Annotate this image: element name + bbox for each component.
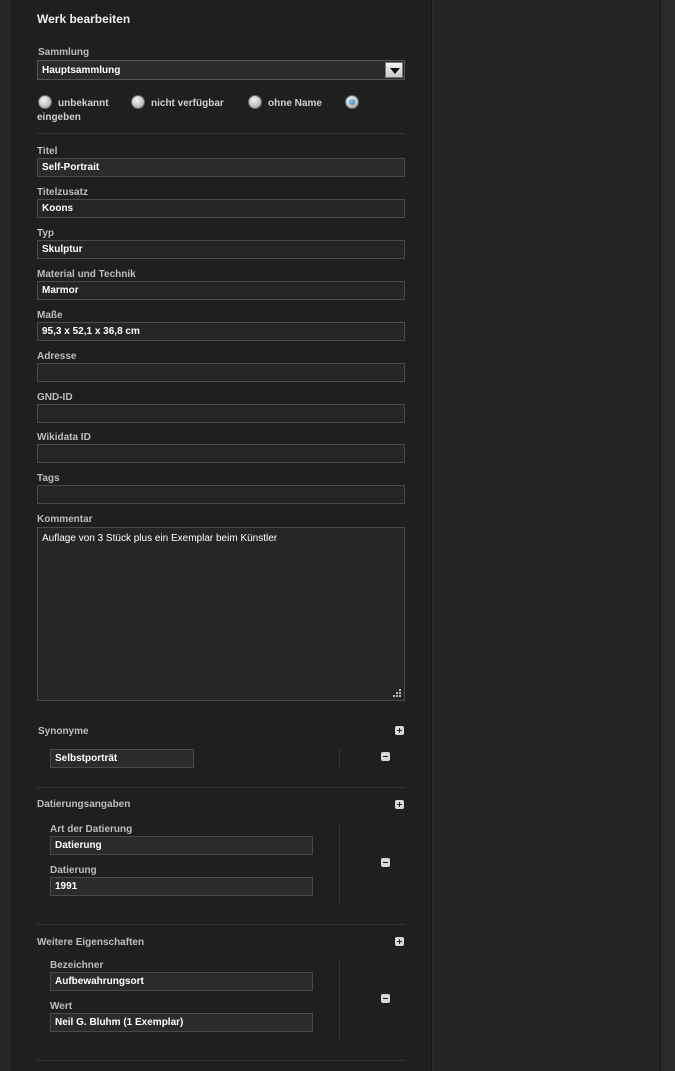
- material-input[interactable]: Marmor: [37, 281, 405, 300]
- remove-eigenschaft-icon[interactable]: [381, 994, 390, 1003]
- tags-label: Tags: [37, 473, 60, 484]
- datierung-field-label: Datierung: [50, 865, 97, 876]
- titel-input[interactable]: Self-Portrait: [37, 158, 405, 177]
- resize-grip-icon[interactable]: [392, 688, 402, 698]
- datierung-label: Datierungsangaben: [37, 799, 131, 810]
- radio-label-unbekannt: unbekannt: [58, 98, 109, 109]
- typ-input[interactable]: Skulptur: [37, 240, 405, 259]
- sammlung-value: Hauptsammlung: [42, 65, 121, 76]
- add-eigenschaft-icon[interactable]: [395, 937, 404, 946]
- radio-nicht-verfuegbar[interactable]: [131, 95, 145, 109]
- divider: [37, 1060, 405, 1061]
- synonym-input[interactable]: Selbstporträt: [50, 749, 194, 768]
- radio-label-ohne-name: ohne Name: [268, 98, 322, 109]
- right-panel: [433, 0, 661, 1071]
- left-gutter: [0, 0, 12, 1071]
- adresse-label: Adresse: [37, 351, 77, 362]
- wert-label: Wert: [50, 1001, 73, 1012]
- vertical-divider: [339, 960, 340, 1040]
- eigenschaften-label: Weitere Eigenschaften: [37, 937, 145, 948]
- wert-input[interactable]: Neil G. Bluhm (1 Exemplar): [50, 1013, 313, 1032]
- kommentar-label: Kommentar: [37, 514, 93, 525]
- add-datierung-icon[interactable]: [395, 800, 404, 809]
- synonyme-label: Synonyme: [38, 726, 89, 737]
- titelzusatz-label: Titelzusatz: [37, 187, 88, 198]
- bezeichner-label: Bezeichner: [50, 960, 104, 971]
- kommentar-text: Auflage von 3 Stück plus ein Exemplar be…: [42, 533, 278, 544]
- gnd-input[interactable]: [37, 404, 405, 423]
- gnd-label: GND-ID: [37, 392, 73, 403]
- divider: [37, 133, 405, 134]
- radio-ohne-name[interactable]: [248, 95, 262, 109]
- add-synonym-icon[interactable]: [395, 726, 404, 735]
- art-datierung-input[interactable]: Datierung: [50, 836, 313, 855]
- sammlung-label: Sammlung: [38, 47, 90, 58]
- dropdown-arrow-icon[interactable]: [385, 62, 403, 78]
- right-edge: [661, 0, 675, 1071]
- material-label: Material und Technik: [37, 269, 136, 280]
- sammlung-select[interactable]: Hauptsammlung: [37, 60, 405, 80]
- masse-input[interactable]: 95,3 x 52,1 x 36,8 cm: [37, 322, 405, 341]
- vertical-divider: [339, 748, 340, 768]
- wikidata-label: Wikidata ID: [37, 432, 91, 443]
- divider: [37, 787, 405, 788]
- titel-label: Titel: [37, 146, 58, 157]
- titelzusatz-input[interactable]: Koons: [37, 199, 405, 218]
- masse-label: Maße: [37, 310, 63, 321]
- kommentar-textarea[interactable]: Auflage von 3 Stück plus ein Exemplar be…: [37, 527, 405, 701]
- radio-label-eingeben: eingeben: [37, 112, 81, 123]
- remove-datierung-icon[interactable]: [381, 858, 390, 867]
- wikidata-input[interactable]: [37, 444, 405, 463]
- art-datierung-label: Art der Datierung: [50, 824, 133, 835]
- remove-synonym-icon[interactable]: [381, 752, 390, 761]
- radio-label-nicht-verfuegbar: nicht verfügbar: [151, 98, 224, 109]
- bezeichner-input[interactable]: Aufbewahrungsort: [50, 972, 313, 991]
- adresse-input[interactable]: [37, 363, 405, 382]
- typ-label: Typ: [37, 228, 55, 239]
- vertical-divider: [339, 824, 340, 904]
- tags-input[interactable]: [37, 485, 405, 504]
- page-title: Werk bearbeiten: [37, 12, 131, 26]
- radio-unbekannt[interactable]: [38, 95, 52, 109]
- datierung-input[interactable]: 1991: [50, 877, 313, 896]
- radio-eingeben[interactable]: [345, 95, 359, 109]
- divider: [37, 924, 405, 925]
